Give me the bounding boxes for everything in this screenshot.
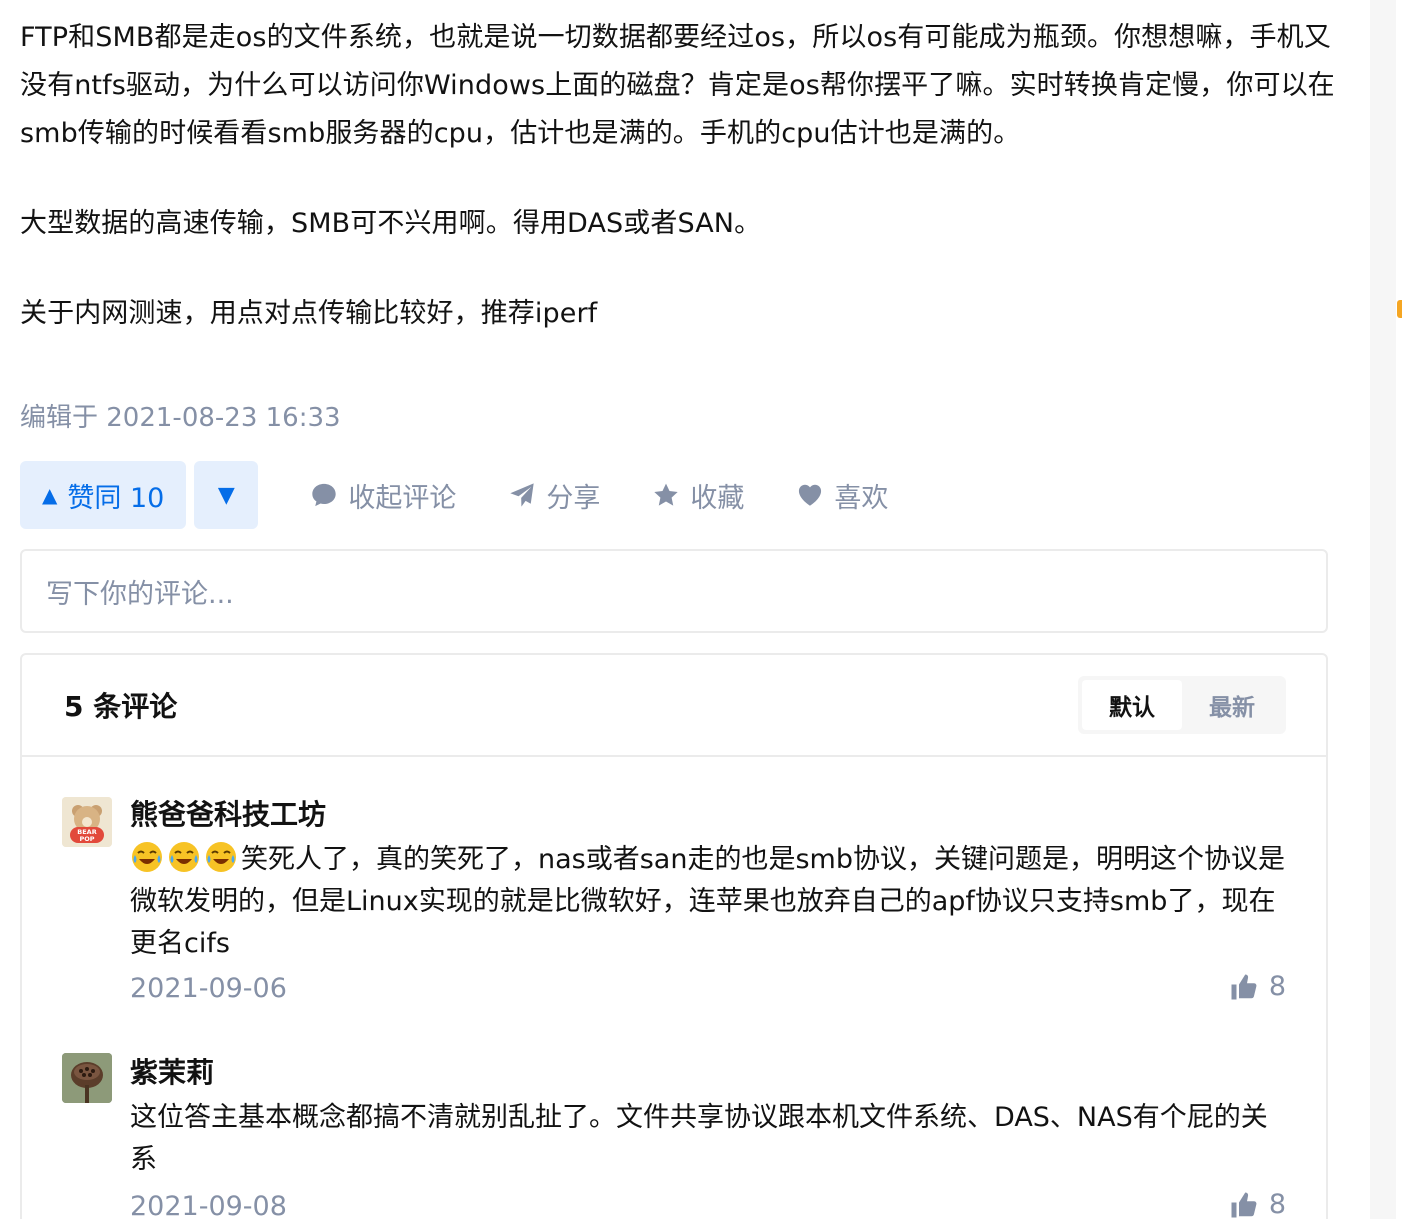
- triangle-up-icon: ▲: [42, 483, 58, 507]
- collapse-comments-button[interactable]: 收起评论: [310, 476, 456, 515]
- comment-author[interactable]: 熊爸爸科技工坊: [130, 795, 326, 835]
- avatar[interactable]: [62, 1053, 112, 1103]
- comment-text: 这位答主基本概念都搞不清就别乱扯了。文件共享协议跟本机文件系统、DAS、NAS有…: [130, 1102, 1268, 1175]
- thumbs-up-icon: [1231, 974, 1257, 999]
- answer-page: FTP和SMB都是走os的文件系统，也就是说一切数据都要经过os，所以os有可能…: [0, 0, 1402, 1219]
- upvote-button[interactable]: ▲ 赞同 10: [20, 461, 187, 529]
- like-label: 喜欢: [834, 482, 889, 514]
- comment-date: 2021-09-08: [130, 1191, 287, 1219]
- avatar[interactable]: BEAR POP: [62, 797, 112, 847]
- comment-item: BEAR POP 熊爸爸科技工坊 笑死人了，真的笑死了，nas或者san走的也是…: [22, 759, 1326, 1019]
- comment-text: 笑死人了，真的笑死了，nas或者san走的也是smb协议，关键问题是，明明这个协…: [130, 839, 1290, 965]
- comment-like-count: 8: [1268, 971, 1286, 1002]
- sidebar-card-edge: [1396, 0, 1402, 1219]
- comment-item: 紫茉莉 这位答主基本概念都搞不清就别乱扯了。文件共享协议跟本机文件系统、DAS、…: [22, 1019, 1326, 1219]
- share-label: 分享: [546, 482, 601, 514]
- comment-bubble-icon: [312, 483, 337, 507]
- heart-icon: [799, 484, 822, 506]
- comment-input-placeholder: 写下你的评论...: [46, 578, 234, 610]
- comment-like-button[interactable]: 8: [1229, 971, 1286, 1002]
- lotus-pod-avatar-icon: [62, 1053, 112, 1103]
- upvote-label: 赞同 10: [67, 482, 165, 514]
- comment-like-button[interactable]: 8: [1229, 1189, 1286, 1219]
- comment-date: 2021-09-06: [130, 973, 287, 1004]
- comments-count-title: 5 条评论: [64, 690, 178, 723]
- downvote-button[interactable]: ▼: [194, 461, 259, 529]
- edited-time[interactable]: 编辑于 2021-08-23 16:33: [20, 398, 341, 438]
- comment-sort-switch: 默认 最新: [1078, 676, 1286, 734]
- thumbs-up-icon: [1231, 1192, 1257, 1217]
- sort-latest-tab[interactable]: 最新: [1182, 680, 1282, 730]
- answer-paragraph: 关于内网测速，用点对点传输比较好，推荐iperf: [20, 298, 598, 329]
- comments-header: 5 条评论 默认 最新: [22, 655, 1326, 757]
- laughing-crying-emoji-icon: [132, 842, 162, 872]
- answer-content: FTP和SMB都是走os的文件系统，也就是说一切数据都要经过os，所以os有可能…: [20, 14, 1335, 338]
- svg-text:POP: POP: [79, 835, 94, 843]
- star-icon: [654, 483, 679, 506]
- sidebar-accent-mark: [1397, 300, 1402, 318]
- sort-default-tab[interactable]: 默认: [1082, 680, 1182, 730]
- laughing-crying-emoji-icon: [206, 842, 236, 872]
- comment-text-body: 笑死人了，真的笑死了，nas或者san走的也是smb协议，关键问题是，明明这个协…: [130, 844, 1285, 959]
- like-button[interactable]: 喜欢: [796, 476, 888, 515]
- bear-pop-avatar-icon: BEAR POP: [62, 797, 112, 847]
- comments-panel: 5 条评论 默认 最新 BEAR POP 熊爸爸科技工坊 笑死人了，真的笑死了，…: [20, 653, 1328, 1219]
- answer-action-bar: ▲ 赞同 10 ▼ 收起评论 分享 收藏 喜欢: [20, 461, 888, 529]
- triangle-down-icon: ▼: [217, 482, 235, 508]
- answer-paragraph: FTP和SMB都是走os的文件系统，也就是说一切数据都要经过os，所以os有可能…: [20, 22, 1335, 149]
- answer-paragraph: 大型数据的高速传输，SMB可不兴用啊。得用DAS或者SAN。: [20, 208, 762, 239]
- comment-input[interactable]: 写下你的评论...: [20, 549, 1328, 633]
- paper-plane-icon: [510, 483, 535, 507]
- laughing-crying-emoji-icon: [169, 842, 199, 872]
- comment-like-count: 8: [1268, 1189, 1286, 1219]
- collapse-comments-label: 收起评论: [348, 482, 457, 514]
- comment-author[interactable]: 紫茉莉: [130, 1053, 214, 1093]
- right-sidebar-edge: [1370, 0, 1402, 1219]
- favorite-button[interactable]: 收藏: [652, 476, 744, 515]
- share-button[interactable]: 分享: [508, 476, 600, 515]
- favorite-label: 收藏: [690, 482, 745, 514]
